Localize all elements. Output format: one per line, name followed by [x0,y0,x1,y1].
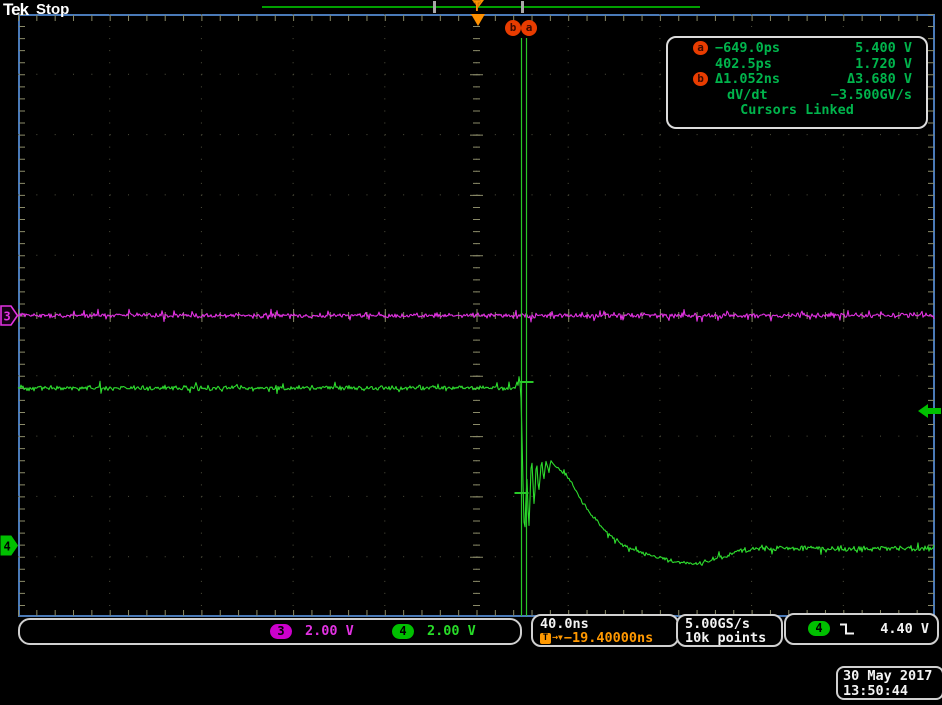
cursors-linked-status: Cursors Linked [668,103,926,119]
tek-logo: Tek [3,0,28,20]
dvdt-value: −3.500GV/s [831,88,912,104]
dvdt-label: dV/dt [727,88,768,104]
ch4-ground-marker[interactable]: 4 [0,535,19,556]
trigger-delay-value: −19.40000ns [564,630,653,646]
cursor-b-voltage: 1.720 V [855,57,912,73]
trigger-level-marker[interactable] [917,403,942,420]
ch4-marker-label: 4 [4,540,11,554]
cursor-a-row-badge: a [693,41,708,55]
dvdt-row: dV/dt −3.500GV/s [668,88,926,104]
triangle-down-icon: ▼ [558,632,563,644]
cursor-readout-panel: a −649.0ps 5.400 V 402.5ps 1.720 V b Δ1.… [666,36,928,129]
ch3-badge[interactable]: 3 [270,624,292,639]
ch4-badge[interactable]: 4 [392,624,414,639]
cursor-delta-time: Δ1.052ns [715,72,780,88]
cursor-b-row: 402.5ps 1.720 V [668,57,926,73]
cursor-a-voltage: 5.400 V [855,41,912,57]
cursor-b-row-badge: b [693,72,708,86]
sample-rate: 5.00GS/s [685,617,781,631]
falling-edge-icon [839,622,856,636]
record-length: 10k points [685,631,781,645]
trigger-source-badge[interactable]: 4 [808,621,830,636]
trigger-t-icon: T [540,633,551,644]
timebase-scale: 40.0ns [540,617,677,631]
trigger-position-marker-icon [471,14,485,26]
trigger-readout[interactable]: 4 4.40 V [784,613,939,645]
cursor-b-time: 402.5ps [715,57,772,73]
trigger-delay-row: T → ▼ −19.40000ns [540,631,677,645]
ch4-scale: 2.00 V [427,624,476,639]
date-display: 30 May 2017 [843,669,942,684]
cursor-a-badge[interactable]: a [521,20,537,36]
ch3-ground-marker[interactable]: 3 [0,305,19,326]
datetime-readout: 30 May 2017 13:50:44 [836,666,942,700]
acquisition-readout[interactable]: 5.00GS/s 10k points [676,614,783,647]
acquisition-status: Stop [36,1,69,18]
trigger-position-t-icon: T [473,0,481,15]
cursor-delta-row: b Δ1.052ns Δ3.680 V [668,72,926,88]
record-window-bracket-right [521,1,524,13]
cursor-delta-voltage: Δ3.680 V [847,72,912,88]
record-window-bracket-left [433,1,436,13]
trigger-level: 4.40 V [880,621,929,637]
trigger-level-arrow-icon [918,404,941,418]
channel-scale-bar[interactable]: 3 2.00 V 4 2.00 V [18,618,522,645]
ch3-scale: 2.00 V [305,624,354,639]
cursor-a-row: a −649.0ps 5.400 V [668,41,926,57]
cursor-a-time: −649.0ps [715,41,780,57]
ch3-marker-label: 3 [4,310,11,324]
oscilloscope-screen: Tek Stop T b a a −649.0ps 5.400 V 402.5p… [0,0,942,705]
cursor-b-badge[interactable]: b [505,20,521,36]
time-display: 13:50:44 [843,684,942,699]
timebase-readout[interactable]: 40.0ns T → ▼ −19.40000ns [531,614,679,647]
